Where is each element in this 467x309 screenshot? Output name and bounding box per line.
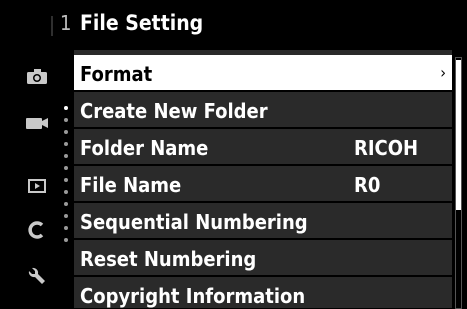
page-title: File Setting xyxy=(80,11,204,35)
menu-item-value: RICOH xyxy=(354,136,419,160)
chevron-right-icon: › xyxy=(440,63,446,82)
menu-item-file-name[interactable]: File Name R0 xyxy=(74,166,452,203)
menu-item-copyright-information[interactable]: Copyright Information xyxy=(74,277,452,308)
menu-item-label: Reset Numbering xyxy=(80,247,257,271)
menu-item-label: Sequential Numbering xyxy=(80,210,308,234)
camera-icon[interactable] xyxy=(22,62,52,90)
playback-icon[interactable] xyxy=(22,172,52,200)
menu-item-label: Folder Name xyxy=(80,136,209,160)
scrollbar[interactable] xyxy=(455,57,462,309)
menu-item-reset-numbering[interactable]: Reset Numbering xyxy=(74,240,452,277)
menu-item-folder-name[interactable]: Folder Name RICOH xyxy=(74,129,452,166)
menu-item-create-new-folder[interactable]: Create New Folder xyxy=(74,92,452,129)
menu-item-label: File Name xyxy=(80,173,182,197)
sidebar xyxy=(0,50,72,308)
video-icon[interactable] xyxy=(22,109,52,137)
menu-header: 1 File Setting xyxy=(0,0,467,50)
menu-item-sequential-numbering[interactable]: Sequential Numbering xyxy=(74,203,452,240)
tab-number: 1 xyxy=(60,11,72,35)
wrench-icon[interactable] xyxy=(22,262,52,290)
section-indicator xyxy=(64,106,68,256)
menu-item-label: Create New Folder xyxy=(80,99,268,123)
menu-item-label: Format xyxy=(80,62,153,86)
scrollbar-thumb[interactable] xyxy=(456,60,461,210)
menu-item-value: R0 xyxy=(354,173,381,197)
custom-icon[interactable] xyxy=(22,216,52,244)
header-divider xyxy=(51,16,53,36)
menu-list: Format › Create New Folder Folder Name R… xyxy=(74,50,452,308)
menu-item-format[interactable]: Format › xyxy=(74,55,452,92)
menu-item-label: Copyright Information xyxy=(80,284,306,308)
